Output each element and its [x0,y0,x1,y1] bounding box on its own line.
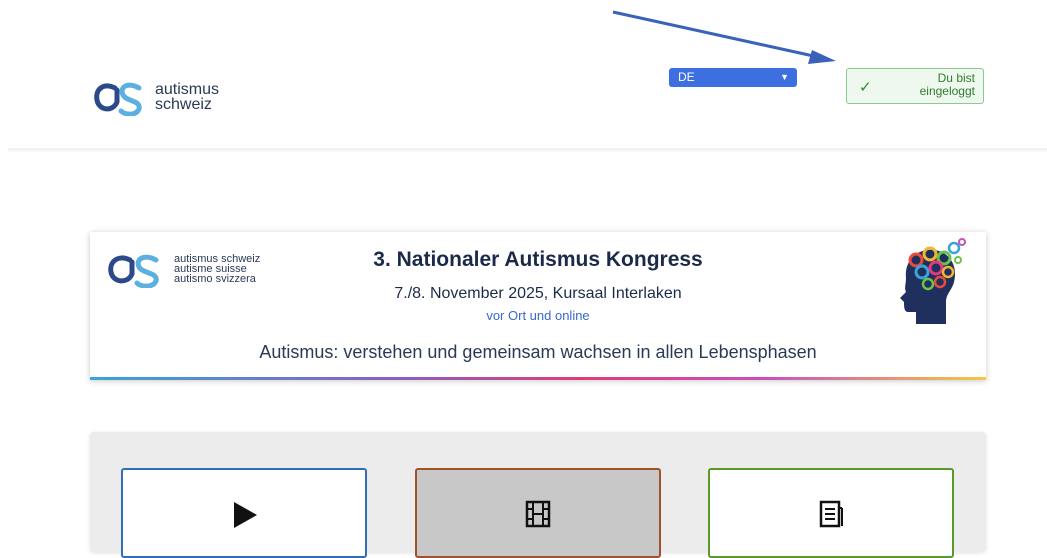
play-icon [234,502,257,528]
header-divider [8,148,1047,152]
login-status-badge: ✓ Du bist eingeloggt [846,68,984,104]
head-gears-icon [900,238,966,324]
document-card[interactable] [708,468,954,558]
banner-logo-line-3: autismo svizzera [174,273,256,285]
chevron-down-icon: ▼ [780,72,789,82]
logo-text: autismus schweiz [155,81,220,113]
banner-color-stripe [90,377,986,380]
document-icon [819,500,843,528]
film-icon [525,500,551,528]
congress-banner[interactable]: autismus schweiz autisme suisse autismo … [90,232,986,380]
film-card[interactable] [415,468,661,558]
checkmark-icon: ✓ [859,79,872,96]
site-logo[interactable]: autismus schweiz [93,78,219,116]
login-status-line-2: eingeloggt [919,84,975,98]
logo-line-2: schweiz [155,96,212,113]
site-header: autismus schweiz DE ▼ ✓ Du bist eingelog… [0,0,1047,148]
banner-motto: Autismus: verstehen und gemeinsam wachse… [259,342,817,362]
banner-subtitle: vor Ort und online [486,308,590,323]
login-status-text: Du bist eingeloggt [885,72,975,98]
banner-title: 3. Nationaler Autismus Kongress [373,248,703,271]
banner-date: 7./8. November 2025, Kursaal Interlaken [394,285,682,302]
language-select[interactable]: DE ▼ [669,68,797,87]
language-select-value: DE [678,70,695,84]
logo-line-1: autismus [155,81,220,98]
cards-panel [90,432,986,558]
video-play-card[interactable] [121,468,367,558]
as-logo-icon [94,82,142,116]
